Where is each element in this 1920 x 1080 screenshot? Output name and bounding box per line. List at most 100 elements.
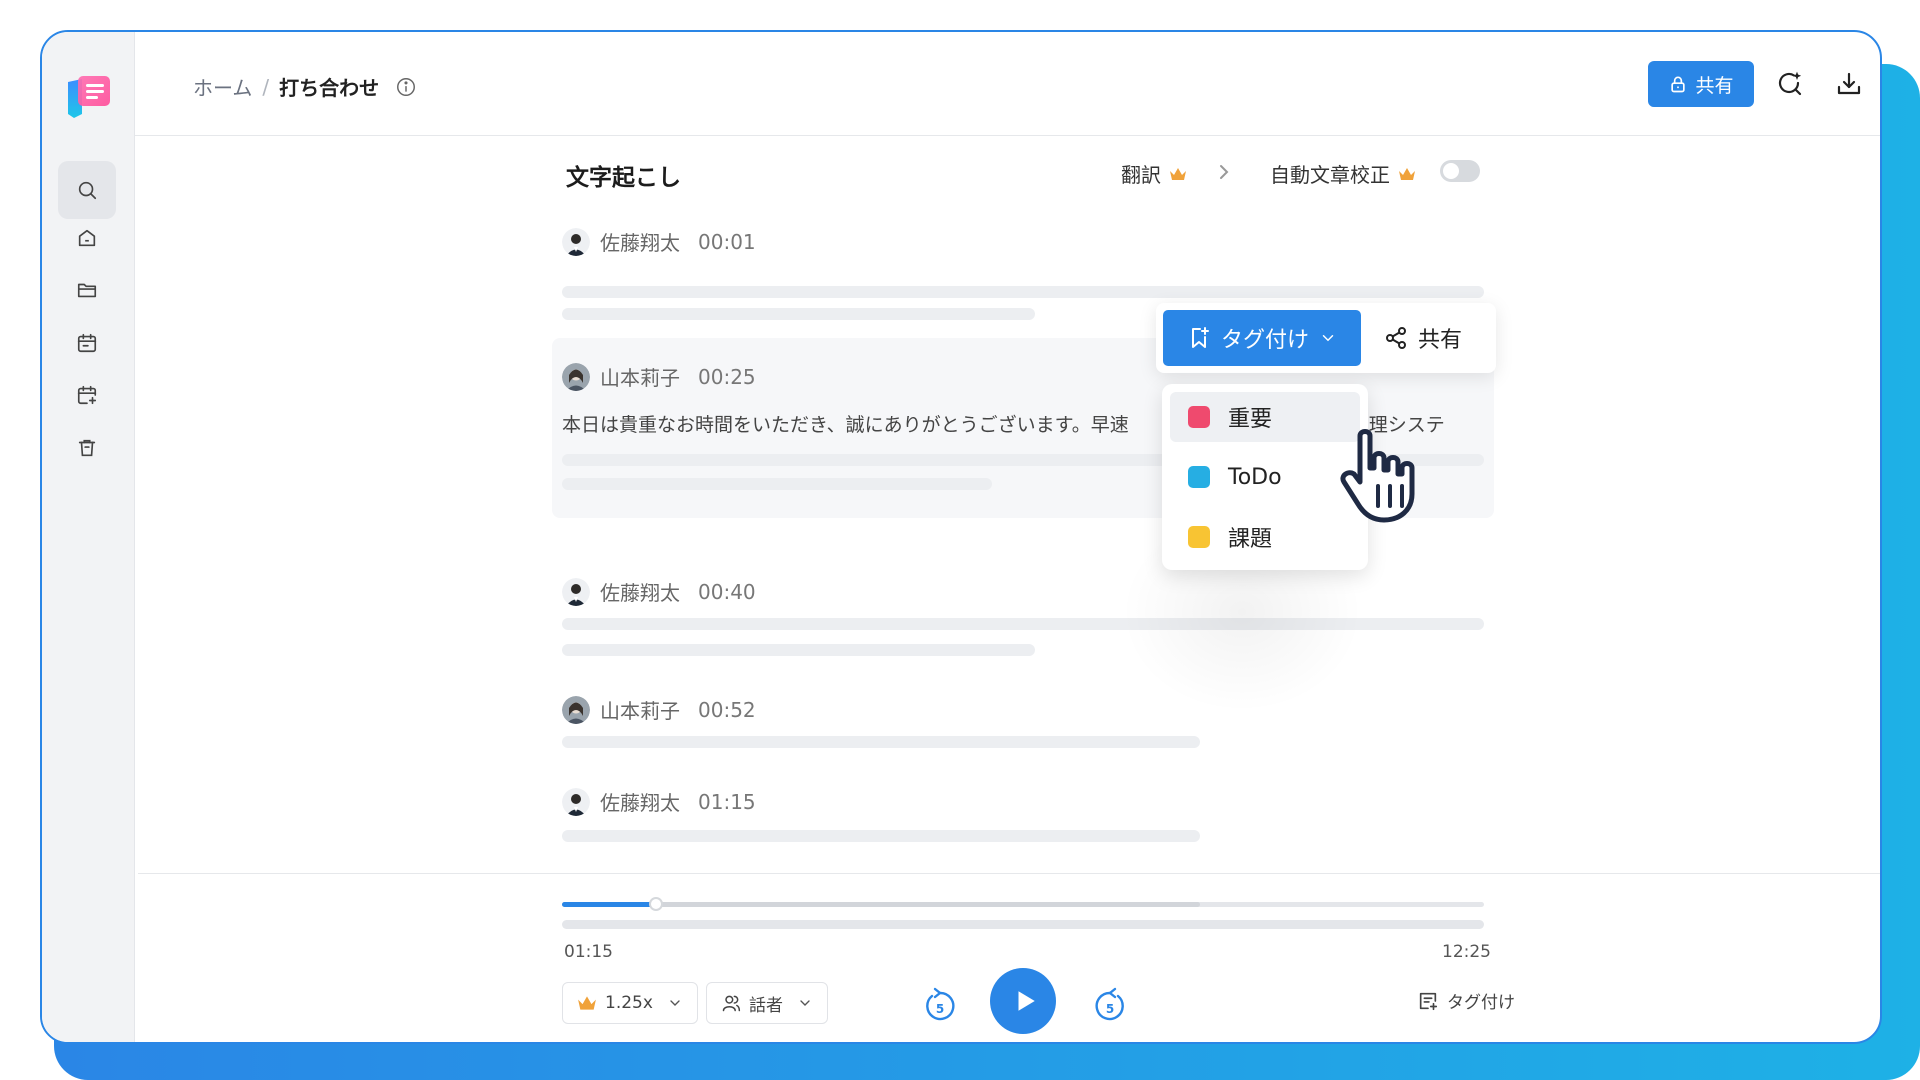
tag-dropdown-button[interactable]: タグ付け	[1163, 310, 1361, 366]
download-button[interactable]	[1831, 66, 1867, 102]
sidebar-item-trash[interactable]	[58, 419, 116, 477]
tag-dropdown-label: タグ付け	[1220, 328, 1309, 353]
crown-icon	[1399, 167, 1415, 180]
bookmark-add-icon	[1191, 327, 1209, 348]
speaker-filter-label: 話者	[749, 995, 783, 1016]
segment-time: 00:52	[698, 697, 756, 722]
avatar	[562, 695, 590, 724]
total-time: 12:25	[1442, 942, 1491, 962]
segment-time: 01:15	[698, 789, 756, 814]
crown-icon	[578, 996, 596, 1010]
home-icon	[78, 229, 96, 247]
svg-text:5: 5	[1106, 1002, 1114, 1016]
segment-speaker: 佐藤翔太	[600, 231, 680, 255]
trash-icon	[78, 439, 96, 457]
sidebar	[42, 32, 135, 1042]
segment-time: 00:01	[698, 229, 756, 254]
chevron-down-icon	[1322, 335, 1334, 342]
calendar-add-icon	[77, 385, 97, 405]
calendar-icon	[77, 333, 97, 353]
top-header: ホーム / 打ち合わせ 共有	[135, 32, 1880, 136]
tag-bottom-button[interactable]: タグ付け	[1417, 988, 1515, 1013]
speaker-filter-select[interactable]: 話者	[706, 982, 828, 1024]
lock-icon	[1671, 76, 1686, 93]
waveform-track[interactable]	[562, 897, 1484, 911]
folder-icon	[77, 283, 97, 298]
text-placeholder	[562, 736, 1200, 748]
download-icon	[1837, 72, 1861, 95]
ai-search-icon	[1778, 71, 1802, 96]
progress-track[interactable]	[562, 920, 1484, 929]
segment-speaker: 佐藤翔太	[600, 581, 680, 605]
segment-speaker: 佐藤翔太	[600, 791, 680, 815]
avatar	[562, 577, 590, 606]
text-placeholder	[562, 644, 1035, 656]
crown-icon	[1170, 167, 1186, 180]
proofread-toggle[interactable]	[1440, 160, 1480, 182]
current-time: 01:15	[564, 942, 613, 962]
text-placeholder	[562, 286, 1484, 298]
text-placeholder	[562, 478, 992, 490]
avatar	[562, 362, 590, 391]
forward-5-icon[interactable]: 5	[1092, 986, 1128, 1024]
segment-header[interactable]: 佐藤翔太 00:01	[562, 227, 756, 256]
tag-option-important[interactable]: 重要	[1170, 392, 1360, 442]
selection-toolbar: タグ付け 共有	[1156, 303, 1496, 373]
waveform-played	[562, 902, 657, 907]
logo-icon	[68, 76, 110, 118]
breadcrumb: ホーム / 打ち合わせ	[193, 72, 417, 101]
translate-toggle[interactable]: 翻訳	[1121, 159, 1187, 188]
breadcrumb-home[interactable]: ホーム	[193, 72, 252, 101]
share-icon	[1386, 327, 1406, 349]
sidebar-item-calendar-add[interactable]	[58, 366, 116, 424]
sidebar-item-home[interactable]	[58, 209, 116, 267]
search-icon	[78, 181, 97, 200]
segment-speaker: 山本莉子	[600, 699, 680, 723]
tag-option-todo[interactable]: ToDo	[1170, 452, 1360, 502]
share-segment-button[interactable]: 共有	[1384, 310, 1462, 366]
tag-option-label: ToDo	[1228, 464, 1282, 490]
tag-option-label: 課題	[1228, 527, 1273, 552]
player-divider	[138, 873, 1880, 874]
chevron-down-icon	[670, 1000, 680, 1006]
tag-color-swatch	[1188, 406, 1210, 428]
ai-search-button[interactable]	[1772, 66, 1808, 102]
segment-time: 00:40	[698, 579, 756, 604]
share-button[interactable]: 共有	[1648, 61, 1754, 107]
replay-5-icon[interactable]: 5	[922, 986, 958, 1024]
tag-bottom-label: タグ付け	[1447, 993, 1515, 1013]
tag-option-label: 重要	[1228, 407, 1273, 432]
tag-option-issue[interactable]: 課題	[1170, 512, 1360, 562]
breadcrumb-current: 打ち合わせ	[279, 76, 380, 100]
segment-text-visible: 本日は貴重なお時間をいただき、誠にありがとうございます。早速	[562, 414, 1129, 436]
hand-pointer-icon	[1340, 429, 1415, 523]
proofread-label-group: 自動文章校正	[1270, 159, 1416, 188]
segment-header[interactable]: 山本莉子 00:52	[562, 695, 756, 724]
app-window: ホーム / 打ち合わせ 共有 文字起こし 翻訳 自動文章校正 佐藤翔太 00:0…	[40, 30, 1882, 1044]
segment-speaker: 山本莉子	[600, 366, 680, 390]
text-placeholder	[562, 830, 1200, 842]
segment-header[interactable]: 佐藤翔太 00:40	[562, 577, 756, 606]
share-button-label: 共有	[1695, 74, 1734, 97]
tag-color-swatch	[1188, 466, 1210, 488]
play-icon	[1018, 991, 1035, 1011]
person-icon	[722, 995, 741, 1012]
sidebar-item-calendar[interactable]	[58, 314, 116, 372]
sidebar-item-folder[interactable]	[58, 261, 116, 319]
play-button[interactable]	[990, 968, 1056, 1034]
segment-header[interactable]: 佐藤翔太 01:15	[562, 787, 756, 816]
tag-note-icon	[1419, 992, 1438, 1010]
share-segment-label: 共有	[1418, 328, 1463, 353]
breadcrumb-separator: /	[262, 74, 270, 99]
proofread-label: 自動文章校正	[1270, 163, 1390, 187]
speed-select[interactable]: 1.25x	[562, 982, 698, 1024]
segment-time: 00:25	[698, 364, 756, 389]
transcript-title: 文字起こし	[566, 165, 681, 191]
avatar	[562, 227, 590, 256]
playhead-knob[interactable]	[649, 897, 664, 911]
info-icon[interactable]	[395, 76, 417, 98]
translate-label: 翻訳	[1121, 163, 1161, 187]
text-placeholder	[562, 308, 1035, 320]
avatar	[562, 787, 590, 816]
segment-header[interactable]: 山本莉子 00:25	[562, 362, 756, 391]
